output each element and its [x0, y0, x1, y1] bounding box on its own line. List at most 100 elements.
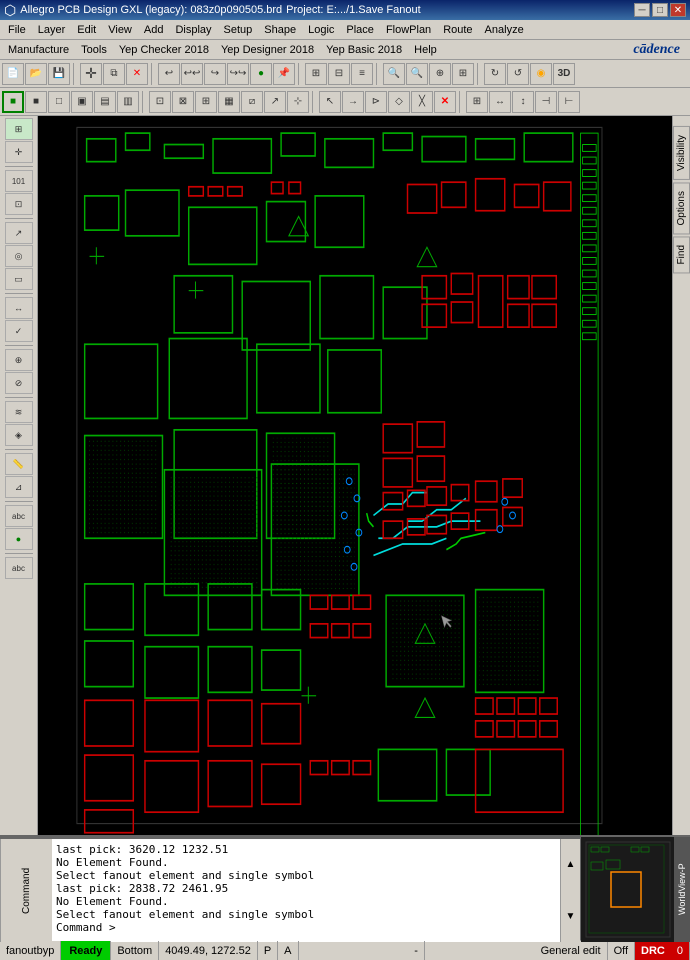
menu-place[interactable]: Place: [340, 22, 380, 38]
menu-yep-designer[interactable]: Yep Designer 2018: [215, 42, 320, 58]
scroll-down-button[interactable]: ▼: [561, 891, 580, 943]
lt-net[interactable]: ≋: [5, 401, 33, 423]
tb-3d[interactable]: 3D: [553, 63, 575, 85]
tb2-15[interactable]: ╳: [411, 91, 433, 113]
menu-route[interactable]: Route: [437, 22, 478, 38]
tb2-route[interactable]: ↗: [264, 91, 286, 113]
status-drc-label: DRC: [635, 941, 671, 960]
tb2-select[interactable]: ↖: [319, 91, 341, 113]
lt-abc2[interactable]: abc: [5, 557, 33, 579]
lt-zoom[interactable]: ⊕: [5, 349, 33, 371]
pcb-canvas-area[interactable]: [38, 116, 672, 835]
visibility-tab[interactable]: Visibility: [673, 126, 690, 180]
tb-pin[interactable]: 📌: [273, 63, 295, 85]
tb-redo2[interactable]: ↪↪: [227, 63, 249, 85]
tb-new[interactable]: 📄: [2, 63, 24, 85]
tb2-12[interactable]: ⊹: [287, 91, 309, 113]
lt-abc[interactable]: abc: [5, 505, 33, 527]
lt-text[interactable]: 101: [5, 170, 33, 192]
tb-delete[interactable]: ✕: [126, 63, 148, 85]
tb-highlight[interactable]: ◉: [530, 63, 552, 85]
menu-setup[interactable]: Setup: [218, 22, 259, 38]
tb-save[interactable]: 💾: [48, 63, 70, 85]
lt-move[interactable]: ✛: [5, 141, 33, 163]
menu-analyze[interactable]: Analyze: [479, 22, 530, 38]
tb2-5[interactable]: ▤: [94, 91, 116, 113]
command-output[interactable]: last pick: 3620.12 1232.51 No Element Fo…: [52, 839, 560, 942]
menu-file[interactable]: File: [2, 22, 32, 38]
lt-prop[interactable]: ⊿: [5, 476, 33, 498]
tb-copy[interactable]: ⧉: [103, 63, 125, 85]
tb2-9[interactable]: ⊞: [195, 91, 217, 113]
menu-layer[interactable]: Layer: [32, 22, 72, 38]
tb2-grid3[interactable]: ⊞: [466, 91, 488, 113]
menu-yep-checker[interactable]: Yep Checker 2018: [113, 42, 215, 58]
lt-via[interactable]: ◎: [5, 245, 33, 267]
tb2-13[interactable]: ⊳: [365, 91, 387, 113]
tb2-8[interactable]: ⊠: [172, 91, 194, 113]
scroll-up-button[interactable]: ▲: [561, 839, 580, 891]
lt-shape[interactable]: ▭: [5, 268, 33, 290]
lt-dim[interactable]: ↔: [5, 297, 33, 319]
tb-redo[interactable]: ↪: [204, 63, 226, 85]
tb-refresh[interactable]: ↻: [484, 63, 506, 85]
menu-logic[interactable]: Logic: [302, 22, 340, 38]
tb2-6[interactable]: ▥: [117, 91, 139, 113]
tb2-4[interactable]: ▣: [71, 91, 93, 113]
tb-zoom-fit[interactable]: ⊕: [429, 63, 451, 85]
lt-route[interactable]: ↗: [5, 222, 33, 244]
menu-edit[interactable]: Edit: [71, 22, 102, 38]
lt-component[interactable]: ⊡: [5, 193, 33, 215]
tb2-16[interactable]: ✕: [434, 91, 456, 113]
menu-add[interactable]: Add: [138, 22, 170, 38]
tb-layers[interactable]: ≡: [351, 63, 373, 85]
tb-grid[interactable]: ⊞: [305, 63, 327, 85]
maximize-button[interactable]: □: [652, 3, 668, 17]
status-p[interactable]: P: [258, 941, 278, 960]
tb2-17[interactable]: ↔: [489, 91, 511, 113]
menu-flowplan[interactable]: FlowPlan: [380, 22, 437, 38]
menu-display[interactable]: Display: [169, 22, 217, 38]
tb2-1[interactable]: ■: [2, 91, 24, 113]
menu-tools[interactable]: Tools: [75, 42, 113, 58]
status-a[interactable]: A: [278, 941, 298, 960]
tb-zoom-in[interactable]: 🔍: [383, 63, 405, 85]
tb-grid2[interactable]: ⊟: [328, 63, 350, 85]
tb-undo[interactable]: ↩: [158, 63, 180, 85]
tb2-11[interactable]: ⧄: [241, 91, 263, 113]
menu-yep-basic[interactable]: Yep Basic 2018: [320, 42, 408, 58]
menu-help[interactable]: Help: [408, 42, 443, 58]
tb2-19[interactable]: ⊣: [535, 91, 557, 113]
lt-zoom2[interactable]: ⊘: [5, 372, 33, 394]
menu-manufacture[interactable]: Manufacture: [2, 42, 75, 58]
tb2-7[interactable]: ⊡: [149, 91, 171, 113]
tb-open[interactable]: 📂: [25, 63, 47, 85]
minimize-button[interactable]: ─: [634, 3, 650, 17]
tb-zoom-out[interactable]: 🔍: [406, 63, 428, 85]
tb-zoom-box[interactable]: ⊞: [452, 63, 474, 85]
tb2-14[interactable]: ◇: [388, 91, 410, 113]
lt-circle[interactable]: ●: [5, 528, 33, 550]
tb2-10[interactable]: ▦: [218, 91, 240, 113]
tb2-arrow[interactable]: →: [342, 91, 364, 113]
tb2-18[interactable]: ↕: [512, 91, 534, 113]
lt-meas[interactable]: 📏: [5, 453, 33, 475]
tb-move[interactable]: ✛: [80, 63, 102, 85]
lt-3d[interactable]: ◈: [5, 424, 33, 446]
status-edit-mode: General edit: [535, 941, 608, 960]
close-button[interactable]: ✕: [670, 3, 686, 17]
tb2-3[interactable]: □: [48, 91, 70, 113]
tb-refresh2[interactable]: ↺: [507, 63, 529, 85]
tb2-2[interactable]: ■: [25, 91, 47, 113]
lt-select[interactable]: ⊞: [5, 118, 33, 140]
tb-undo2[interactable]: ↩↩: [181, 63, 203, 85]
lt-check[interactable]: ✓: [5, 320, 33, 342]
command-scrollbar[interactable]: ▲ ▼: [560, 839, 580, 942]
menu-view[interactable]: View: [102, 22, 138, 38]
tb2-20[interactable]: ⊢: [558, 91, 580, 113]
menu-shape[interactable]: Shape: [258, 22, 302, 38]
tb-green[interactable]: ●: [250, 63, 272, 85]
options-tab[interactable]: Options: [673, 182, 690, 234]
title-controls[interactable]: ─ □ ✕: [634, 3, 686, 17]
find-tab[interactable]: Find: [673, 236, 690, 273]
